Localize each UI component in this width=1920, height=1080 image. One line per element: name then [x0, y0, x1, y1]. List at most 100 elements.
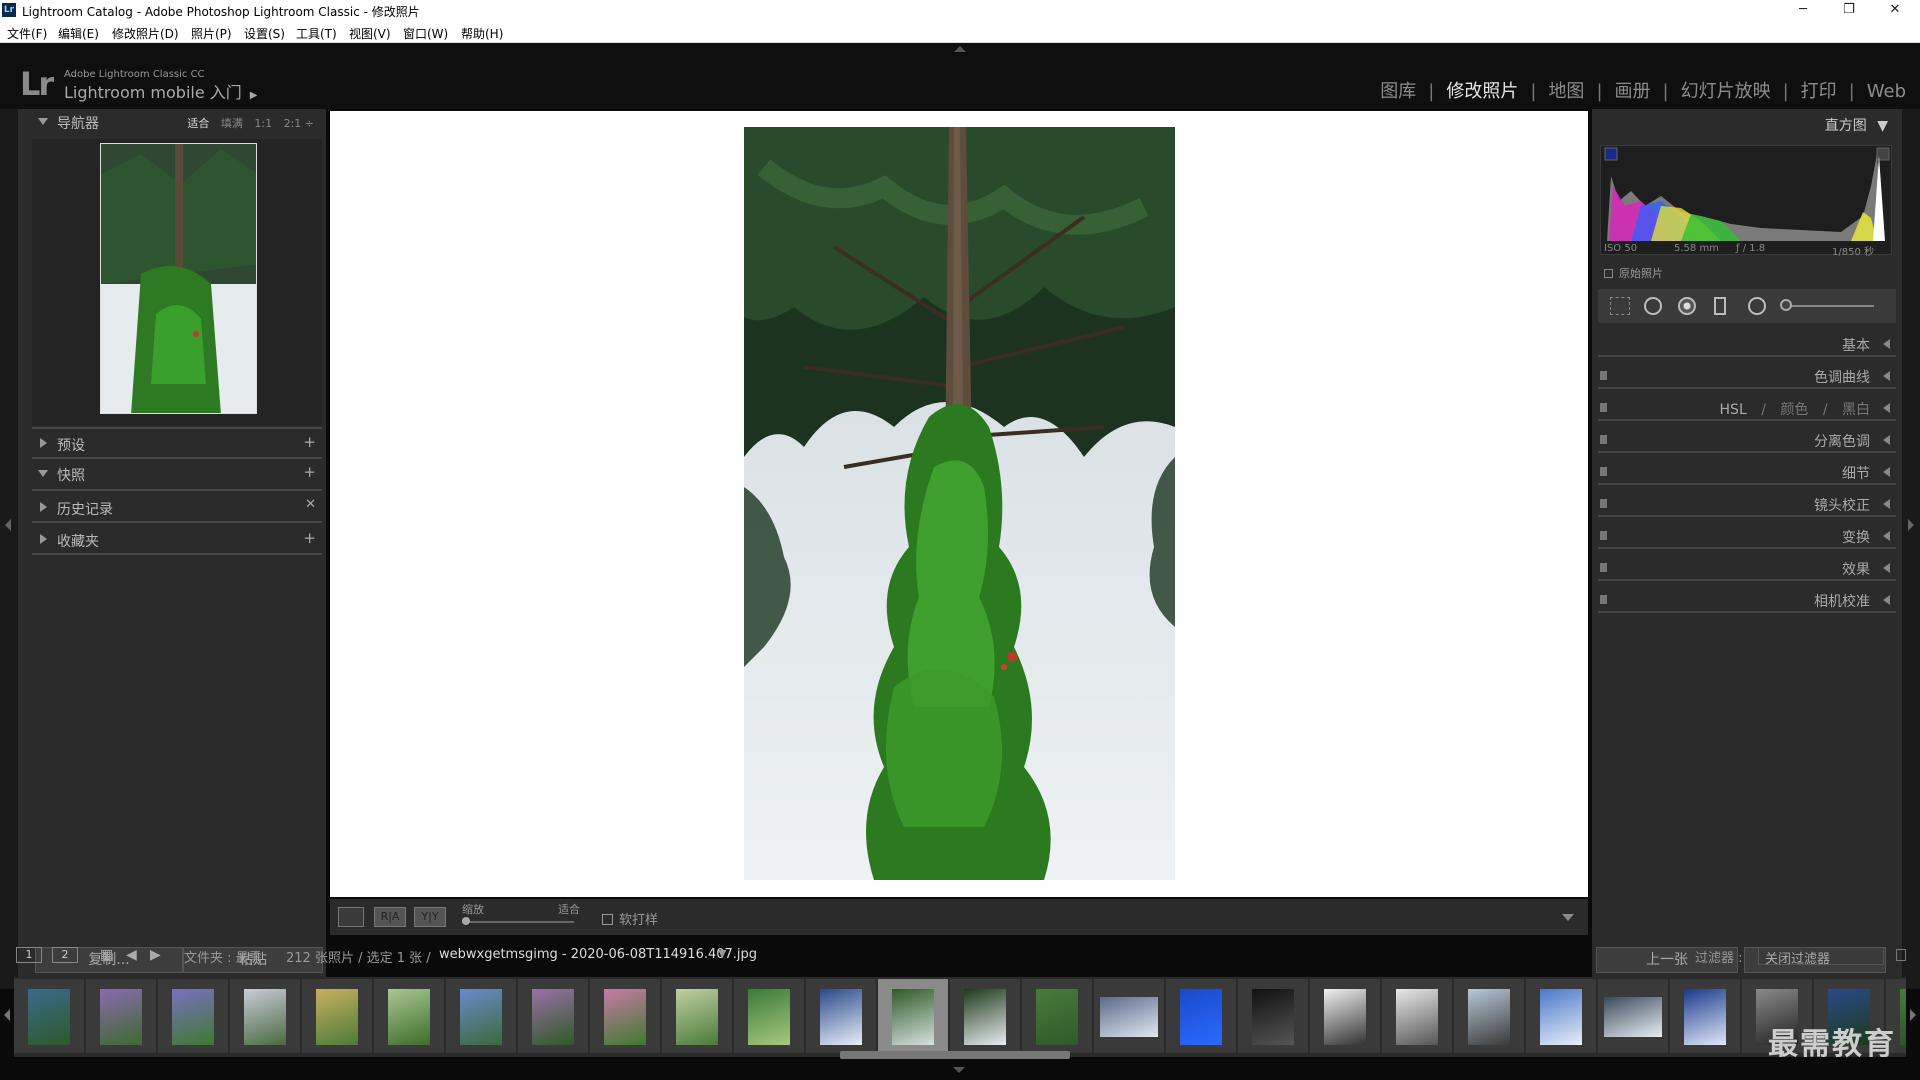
collections-header[interactable]: 收藏夹 + — [18, 527, 326, 553]
mobile-getting-started[interactable]: Lightroom mobile 入门 ▶ — [64, 79, 257, 103]
filmstrip-thumbnail[interactable] — [1238, 979, 1308, 1053]
panel-hsl[interactable]: HSL / 颜色 / 黑白 — [1598, 395, 1896, 421]
panel-detail[interactable]: 细节 — [1598, 459, 1896, 485]
play-icon[interactable]: ▶ — [250, 90, 258, 101]
expand-triangle-icon[interactable] — [40, 502, 47, 512]
filmstrip-thumbnail[interactable] — [14, 979, 84, 1053]
histogram-header[interactable]: 直方图 ▼ — [1825, 115, 1888, 135]
left-panel-edge[interactable] — [0, 109, 18, 989]
filmstrip-thumbnail[interactable] — [1670, 979, 1740, 1053]
bw-tab[interactable]: 黑白 — [1842, 402, 1870, 418]
module-0[interactable]: 图库 — [1380, 77, 1416, 103]
expand-left-icon[interactable] — [1883, 467, 1890, 477]
expand-left-icon[interactable] — [1883, 403, 1890, 413]
panel-toggle-switch[interactable] — [1600, 531, 1607, 540]
expand-left-icon[interactable] — [1883, 339, 1890, 349]
panel-toggle-switch[interactable] — [1600, 467, 1607, 476]
filmstrip-thumbnail[interactable] — [1598, 979, 1668, 1053]
spot-removal-icon[interactable] — [1644, 297, 1662, 315]
expand-triangle-icon[interactable] — [38, 470, 48, 477]
zoom-slider[interactable] — [462, 921, 574, 923]
filmstrip-source[interactable]: 文件夹 : 最需 — [184, 947, 262, 966]
collapse-bottom-panel-icon[interactable] — [953, 1067, 965, 1073]
module-6[interactable]: Web — [1867, 81, 1906, 102]
module-4[interactable]: 幻灯片放映 — [1681, 77, 1771, 103]
filmstrip-scrollbar[interactable] — [840, 1051, 1070, 1059]
crop-overlay-icon[interactable] — [1610, 297, 1630, 315]
filmstrip-thumbnail[interactable] — [590, 979, 660, 1053]
red-eye-icon[interactable] — [1678, 297, 1696, 315]
filmstrip-thumbnail[interactable] — [1022, 979, 1092, 1053]
panel-toggle-switch[interactable] — [1600, 371, 1607, 380]
zoom-slider-thumb[interactable] — [462, 917, 470, 925]
panel-tone-curve[interactable]: 色调曲线 — [1598, 363, 1896, 389]
close-button[interactable]: ✕ — [1872, 0, 1918, 21]
before-after-icon[interactable]: R|A — [374, 907, 406, 927]
filmstrip-thumbnail[interactable] — [950, 979, 1020, 1053]
adjustment-brush-icon[interactable] — [1780, 299, 1792, 311]
filmstrip-thumbnail[interactable] — [1310, 979, 1380, 1053]
panel-toggle-switch[interactable] — [1600, 563, 1607, 572]
filmstrip-thumbnail[interactable] — [1382, 979, 1452, 1053]
expand-triangle-icon[interactable] — [40, 438, 47, 448]
forward-arrow-icon[interactable]: ▶ — [150, 947, 161, 963]
expand-left-icon[interactable] — [1883, 499, 1890, 509]
filename[interactable]: webwxgetmsgimg - 2020-06-08T114916.407.j… — [439, 947, 757, 962]
panel-calibration[interactable]: 相机校准 — [1598, 587, 1896, 613]
module-5[interactable]: 打印 — [1801, 77, 1837, 103]
soft-proof-toggle[interactable]: 软打样 — [602, 909, 658, 928]
nav-zoom-fit[interactable]: 适合 — [187, 117, 209, 130]
main-window-button[interactable]: 1 — [16, 947, 42, 963]
nav-zoom-2to1[interactable]: 2:1 ÷ — [284, 117, 314, 130]
filmstrip-thumbnail[interactable] — [230, 979, 300, 1053]
graduated-filter-icon[interactable] — [1714, 297, 1726, 315]
presets-header[interactable]: 预设 + — [18, 431, 326, 457]
filmstrip-thumbnail[interactable] — [374, 979, 444, 1053]
photo-canvas[interactable] — [330, 111, 1588, 897]
original-photo-checkbox[interactable] — [1604, 269, 1613, 278]
collapse-triangle-icon[interactable]: ▼ — [1877, 118, 1888, 134]
navigator-thumbnail[interactable] — [100, 143, 257, 414]
add-snapshot-icon[interactable]: + — [303, 463, 316, 481]
menu-photo[interactable]: 照片(P) — [191, 25, 232, 42]
adjustment-brush-slider[interactable] — [1784, 305, 1874, 307]
color-tab[interactable]: 颜色 — [1780, 402, 1808, 418]
loupe-view-icon[interactable] — [338, 907, 364, 927]
collapse-right-panel-icon[interactable] — [1908, 519, 1914, 531]
filmstrip-right-arrow-icon[interactable] — [1910, 1009, 1916, 1021]
nav-zoom-fill[interactable]: 填满 — [221, 117, 243, 130]
panel-basic[interactable]: 基本 — [1598, 331, 1896, 357]
before-after-swap-icon[interactable]: Y|Y — [414, 907, 446, 927]
collapse-top-panel-icon[interactable] — [954, 46, 966, 52]
radial-filter-icon[interactable] — [1748, 297, 1766, 315]
snapshots-header[interactable]: 快照 + — [18, 461, 326, 487]
module-3[interactable]: 画册 — [1615, 77, 1651, 103]
minimize-button[interactable]: ─ — [1780, 0, 1826, 21]
panel-toggle-switch[interactable] — [1600, 435, 1607, 444]
filmstrip-thumbnail[interactable] — [86, 979, 156, 1053]
filmstrip-thumbnail[interactable] — [806, 979, 876, 1053]
expand-left-icon[interactable] — [1883, 435, 1890, 445]
filmstrip-thumbnail[interactable] — [878, 979, 948, 1053]
menu-file[interactable]: 文件(F) — [7, 25, 47, 42]
panel-lens-corrections[interactable]: 镜头校正 — [1598, 491, 1896, 517]
panel-split-toning[interactable]: 分离色调 — [1598, 427, 1896, 453]
expand-left-icon[interactable] — [1883, 371, 1890, 381]
menu-edit[interactable]: 编辑(E) — [58, 25, 99, 42]
filmstrip-thumbnail[interactable] — [734, 979, 804, 1053]
panel-transform[interactable]: 变换 — [1598, 523, 1896, 549]
filter-lock-icon[interactable] — [1896, 949, 1906, 961]
expand-left-icon[interactable] — [1883, 531, 1890, 541]
add-collection-icon[interactable]: + — [303, 529, 316, 547]
filename-dropdown-icon[interactable]: ▼ — [718, 947, 726, 960]
filmstrip-thumbnail[interactable] — [1166, 979, 1236, 1053]
secondary-window-button[interactable]: 2 — [52, 947, 78, 963]
restore-button[interactable]: ❐ — [1826, 0, 1872, 21]
expand-left-icon[interactable] — [1883, 595, 1890, 605]
module-2[interactable]: 地图 — [1548, 77, 1584, 103]
module-1[interactable]: 修改照片 — [1446, 77, 1518, 103]
grid-view-icon[interactable]: ▦ — [100, 947, 113, 963]
navigator-header[interactable]: 导航器 适合 填满 1:1 2:1 ÷ — [18, 109, 326, 135]
panel-toggle-switch[interactable] — [1600, 595, 1607, 604]
soft-proof-checkbox[interactable] — [602, 914, 613, 925]
